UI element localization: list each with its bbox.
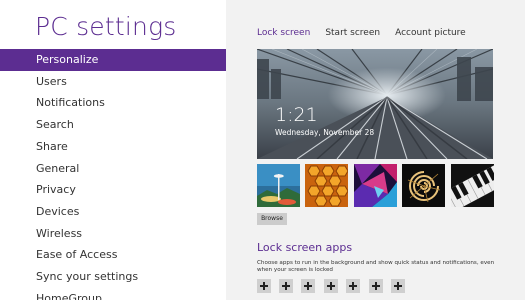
sidebar-item-label: Notifications bbox=[36, 96, 105, 109]
sidebar-item-label: Users bbox=[36, 75, 67, 88]
sidebar-item-notifications[interactable]: Notifications bbox=[0, 92, 226, 114]
sidebar-item-label: Share bbox=[36, 140, 68, 153]
pc-settings-window: PC settings Personalize Users Notificati… bbox=[0, 0, 525, 300]
tab-account-picture[interactable]: Account picture bbox=[395, 28, 466, 38]
plus-icon bbox=[346, 279, 360, 293]
sidebar-item-privacy[interactable]: Privacy bbox=[0, 179, 226, 201]
lock-screen-apps-heading: Lock screen apps bbox=[257, 241, 353, 254]
add-lock-app-button[interactable] bbox=[257, 279, 271, 293]
add-lock-app-button[interactable] bbox=[369, 279, 383, 293]
add-lock-app-button[interactable] bbox=[301, 279, 315, 293]
geometric-shapes-image[interactable] bbox=[354, 164, 397, 207]
background-picker bbox=[257, 164, 494, 209]
sidebar-item-devices[interactable]: Devices bbox=[0, 201, 226, 223]
plus-icon bbox=[279, 279, 293, 293]
add-lock-app-button[interactable] bbox=[346, 279, 360, 293]
sidebar-item-homegroup[interactable]: HomeGroup bbox=[0, 288, 226, 300]
lock-screen-time: 1:21 bbox=[275, 104, 318, 126]
tab-lock-screen[interactable]: Lock screen bbox=[257, 28, 310, 38]
add-lock-app-button[interactable] bbox=[279, 279, 293, 293]
content-pane: Lock screen Start screen Account picture bbox=[226, 0, 525, 300]
sidebar-item-label: Personalize bbox=[36, 53, 99, 66]
plus-icon bbox=[257, 279, 271, 293]
piano-keys-image[interactable] bbox=[451, 164, 494, 207]
space-needle-image[interactable] bbox=[257, 164, 300, 207]
sidebar-item-label: Ease of Access bbox=[36, 248, 118, 261]
page-title: PC settings bbox=[35, 12, 177, 41]
sidebar-item-label: Sync your settings bbox=[36, 270, 139, 283]
sidebar-item-search[interactable]: Search bbox=[0, 114, 226, 136]
sidebar-item-label: Wireless bbox=[36, 227, 83, 240]
sidebar-item-label: Privacy bbox=[36, 183, 76, 196]
sidebar-item-label: Devices bbox=[36, 205, 80, 218]
sidebar-item-label: HomeGroup bbox=[36, 292, 102, 300]
sidebar-item-label: Search bbox=[36, 118, 74, 131]
plus-icon bbox=[324, 279, 338, 293]
add-lock-app-button[interactable] bbox=[324, 279, 338, 293]
sidebar-item-users[interactable]: Users bbox=[0, 71, 226, 93]
browse-button[interactable]: Browse bbox=[257, 213, 287, 225]
sidebar-item-general[interactable]: General bbox=[0, 158, 226, 180]
add-lock-app-button[interactable] bbox=[391, 279, 405, 293]
lock-screen-date: Wednesday, November 28 bbox=[275, 128, 375, 137]
lock-screen-apps-description: Choose apps to run in the background and… bbox=[257, 260, 495, 273]
sidebar-item-sync-your-settings[interactable]: Sync your settings bbox=[0, 266, 226, 288]
lock-screen-preview: 1:21 Wednesday, November 28 bbox=[257, 49, 493, 159]
plus-icon bbox=[301, 279, 315, 293]
nautilus-shell-image[interactable] bbox=[402, 164, 445, 207]
honeycomb-image[interactable] bbox=[305, 164, 348, 207]
tab-bar: Lock screen Start screen Account picture bbox=[257, 28, 466, 38]
sidebar: PC settings Personalize Users Notificati… bbox=[0, 0, 226, 300]
plus-icon bbox=[369, 279, 383, 293]
sidebar-item-share[interactable]: Share bbox=[0, 136, 226, 158]
tab-start-screen[interactable]: Start screen bbox=[325, 28, 380, 38]
sidebar-item-ease-of-access[interactable]: Ease of Access bbox=[0, 244, 226, 266]
sidebar-item-wireless[interactable]: Wireless bbox=[0, 223, 226, 245]
sidebar-item-label: General bbox=[36, 162, 80, 175]
sidebar-item-personalize[interactable]: Personalize bbox=[0, 49, 226, 71]
plus-icon bbox=[391, 279, 405, 293]
